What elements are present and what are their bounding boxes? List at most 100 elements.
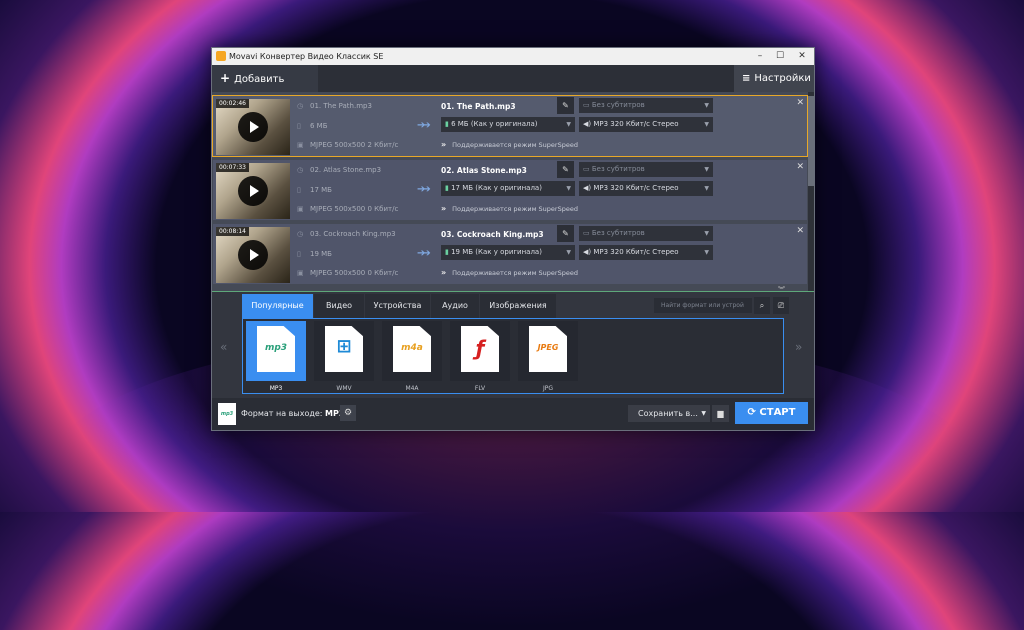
output-name: 01. The Path.mp3 bbox=[441, 102, 516, 111]
chevron-down-icon: ▼ bbox=[701, 410, 706, 417]
duration: 00:02:46 bbox=[216, 99, 249, 108]
remove-file-icon[interactable]: ✕ bbox=[796, 98, 804, 108]
save-to-dropdown[interactable]: Сохранить в... ▼ bbox=[628, 405, 710, 422]
subtitle-dropdown[interactable]: ▭ Без субтитров ▼ bbox=[579, 226, 713, 241]
search-icon[interactable]: ⌕ bbox=[754, 297, 770, 314]
thumbnail: 00:07:33 bbox=[216, 163, 290, 219]
output-size-dropdown[interactable]: ▮ 19 МБ (Как у оригинала) ▼ bbox=[441, 245, 575, 260]
speaker-icon: ◀) bbox=[583, 184, 594, 192]
format-search-input[interactable]: Найти формат или устрой bbox=[654, 298, 752, 313]
double-chevron-icon: » bbox=[441, 204, 447, 213]
video-icon: ▣ bbox=[297, 141, 304, 149]
output-name: 03. Cockroach King.mp3 bbox=[441, 230, 544, 239]
play-icon[interactable] bbox=[238, 240, 268, 270]
folder-icon[interactable]: ▆ bbox=[712, 405, 729, 422]
refresh-icon: ⟳ bbox=[747, 407, 760, 418]
speech-icon: ▭ bbox=[583, 101, 592, 109]
tab-devices[interactable]: Устройства bbox=[365, 294, 430, 318]
convert-arrow-icon: ➔➔ bbox=[417, 184, 431, 195]
flash-icon: ƒ bbox=[461, 326, 499, 372]
file-row[interactable]: 00:08:14 ◷ 03. Cockroach King.mp3 ▯ 19 МБ … bbox=[212, 223, 808, 285]
tab-video[interactable]: Видео bbox=[314, 294, 364, 318]
maximize-button[interactable]: ☐ bbox=[770, 50, 790, 63]
edit-button[interactable]: ✎ bbox=[557, 161, 574, 178]
source-size: ▯ 6 МБ bbox=[297, 122, 328, 130]
audio-dropdown[interactable]: ◀) MP3 320 Кбит/с Стерео ▼ bbox=[579, 245, 713, 260]
source-codec: ▣ MJPEG 500x500 0 Кбит/с bbox=[297, 269, 399, 277]
convert-arrow-icon: ➔➔ bbox=[417, 248, 431, 259]
double-chevron-icon: » bbox=[441, 140, 447, 149]
window-title: Movavi Конвертер Видео Классик SE bbox=[229, 52, 384, 61]
settings-button[interactable]: ≡ Настройки bbox=[734, 65, 814, 92]
format-name: WMV bbox=[336, 385, 352, 392]
superspeed-note: » Поддерживается режим SuperSpeed bbox=[441, 140, 578, 149]
detect-device-icon[interactable]: ⎚ bbox=[773, 297, 789, 314]
format-name: FLV bbox=[474, 385, 486, 392]
file-row[interactable]: 00:07:33 ◷ 02. Atlas Stone.mp3 ▯ 17 МБ ▣ MJ… bbox=[212, 159, 808, 221]
clock-icon: ◷ bbox=[297, 166, 304, 174]
start-button[interactable]: ⟳ СТАРТ bbox=[735, 402, 808, 424]
format-name: MP3 bbox=[269, 385, 283, 392]
format-panel: « » Популярные Видео Устройства Аудио Из… bbox=[212, 291, 814, 398]
source-name: ◷ 01. The Path.mp3 bbox=[297, 102, 372, 110]
remove-file-icon[interactable]: ✕ bbox=[796, 226, 804, 236]
format-card-mp3[interactable]: mp3 MP3 bbox=[246, 321, 306, 392]
file-icon: ▯ bbox=[297, 250, 301, 258]
thumbnail: 00:08:14 bbox=[216, 227, 290, 283]
format-name: JPG bbox=[542, 385, 554, 392]
source-size: ▯ 17 МБ bbox=[297, 186, 332, 194]
format-card-m4a[interactable]: m4a M4A bbox=[382, 321, 442, 392]
speaker-icon: ◀) bbox=[583, 248, 594, 256]
convert-arrow-icon: ➔➔ bbox=[417, 120, 431, 131]
superspeed-note: » Поддерживается режим SuperSpeed bbox=[441, 204, 578, 213]
file-list: 00:02:46 ◷ 01. The Path.mp3 ▯ 6 МБ ▣ MJPEG … bbox=[212, 92, 808, 291]
format-name: M4A bbox=[405, 385, 419, 392]
file-row[interactable]: 00:02:46 ◷ 01. The Path.mp3 ▯ 6 МБ ▣ MJPEG … bbox=[212, 95, 808, 157]
output-size-dropdown[interactable]: ▮ 17 МБ (Как у оригинала) ▼ bbox=[441, 181, 575, 196]
play-icon[interactable] bbox=[238, 176, 268, 206]
tab-images[interactable]: Изображения bbox=[480, 294, 556, 318]
remove-file-icon[interactable]: ✕ bbox=[796, 162, 804, 172]
format-card-flv[interactable]: ƒ FLV bbox=[450, 321, 510, 392]
scroll-left-icon[interactable]: « bbox=[220, 340, 227, 354]
play-icon[interactable] bbox=[238, 112, 268, 142]
audio-dropdown[interactable]: ◀) MP3 320 Кбит/с Стерео ▼ bbox=[579, 117, 713, 132]
tab-audio[interactable]: Аудио bbox=[431, 294, 479, 318]
tab-popular[interactable]: Популярные bbox=[242, 294, 313, 318]
video-icon: ▣ bbox=[297, 269, 304, 277]
file-icon: ▯ bbox=[297, 186, 301, 194]
source-size: ▯ 19 МБ bbox=[297, 250, 332, 258]
add-files-button[interactable]: +Добавить файлы bbox=[212, 65, 318, 112]
source-name: ◷ 02. Atlas Stone.mp3 bbox=[297, 166, 382, 174]
clock-icon: ◷ bbox=[297, 230, 304, 238]
edit-button[interactable]: ✎ bbox=[557, 225, 574, 242]
video-icon: ▣ bbox=[297, 205, 304, 213]
toolbar: +Добавить файлы ≡Настройки bbox=[212, 65, 814, 112]
m4a-icon: m4a bbox=[393, 326, 431, 372]
format-card-jpg[interactable]: JPEG JPG bbox=[518, 321, 578, 392]
mp3-icon: mp3 bbox=[257, 326, 295, 372]
windows-icon: ⊞ bbox=[325, 326, 363, 372]
jpeg-icon: JPEG bbox=[529, 326, 567, 372]
format-card-wmv[interactable]: ⊞ WMV bbox=[314, 321, 374, 392]
speaker-icon: ◀) bbox=[583, 120, 594, 128]
scroll-right-icon[interactable]: » bbox=[795, 340, 802, 354]
edit-button[interactable]: ✎ bbox=[557, 97, 574, 114]
file-icon: ▯ bbox=[297, 122, 301, 130]
gear-icon[interactable]: ⚙ bbox=[340, 405, 356, 421]
close-button[interactable]: ✕ bbox=[792, 50, 812, 63]
list-scrollbar[interactable] bbox=[808, 92, 814, 291]
scroll-thumb[interactable] bbox=[808, 96, 814, 186]
double-chevron-icon: » bbox=[441, 268, 447, 277]
output-format-label: Формат на выходе: MP3 bbox=[241, 409, 345, 418]
app-window: Movavi Конвертер Видео Классик SE – ☐ ✕ … bbox=[211, 47, 815, 431]
output-name: 02. Atlas Stone.mp3 bbox=[441, 166, 527, 175]
minimize-button[interactable]: – bbox=[750, 50, 770, 63]
output-size-dropdown[interactable]: ▮ 6 МБ (Как у оригинала) ▼ bbox=[441, 117, 575, 132]
subtitle-dropdown[interactable]: ▭ Без субтитров ▼ bbox=[579, 98, 713, 113]
speech-icon: ▭ bbox=[583, 165, 592, 173]
speech-icon: ▭ bbox=[583, 229, 592, 237]
menu-icon: ≡ bbox=[742, 73, 751, 84]
subtitle-dropdown[interactable]: ▭ Без субтитров ▼ bbox=[579, 162, 713, 177]
audio-dropdown[interactable]: ◀) MP3 320 Кбит/с Стерео ▼ bbox=[579, 181, 713, 196]
